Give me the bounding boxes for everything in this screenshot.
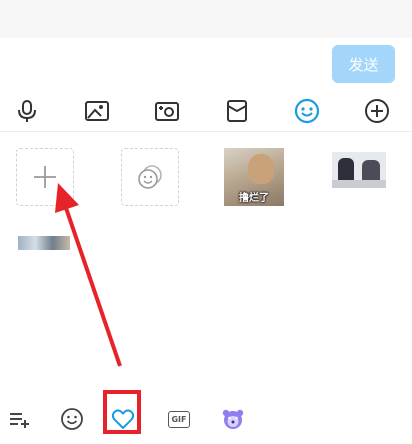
sticker-caption: 撸烂了: [239, 193, 269, 204]
chat-area: [0, 0, 412, 38]
sticker-image: [248, 154, 274, 184]
image-icon[interactable]: [82, 96, 112, 126]
gif-label: GIF: [168, 410, 190, 428]
emoji-icon[interactable]: [292, 96, 322, 126]
sticker-image: [338, 158, 354, 182]
sticker-item[interactable]: 撸烂了: [224, 148, 284, 206]
camera-icon[interactable]: [152, 96, 182, 126]
sticker-item[interactable]: [18, 236, 70, 250]
sticker-item[interactable]: [332, 152, 386, 188]
composer-toolbar: [0, 90, 412, 132]
sticker-category-bar: GIF: [0, 394, 412, 444]
red-packet-icon[interactable]: [222, 96, 252, 126]
microphone-icon[interactable]: [12, 96, 42, 126]
plus-icon: [34, 166, 56, 188]
gif-icon[interactable]: GIF: [166, 406, 192, 432]
sticker-grid: 撸烂了: [0, 132, 412, 394]
sticker-image: [332, 180, 386, 188]
favorite-sticker-icon: [138, 165, 162, 189]
emoji-icon[interactable]: [59, 406, 85, 432]
send-button[interactable]: 发送: [332, 45, 395, 83]
plus-icon[interactable]: [362, 96, 392, 126]
add-sticker-button[interactable]: [16, 148, 74, 206]
manage-icon[interactable]: [6, 406, 32, 432]
sticker-image: [362, 160, 380, 182]
highlight-box: [103, 390, 141, 434]
bear-icon[interactable]: [220, 406, 246, 432]
favorite-stickers-button[interactable]: [121, 148, 179, 206]
